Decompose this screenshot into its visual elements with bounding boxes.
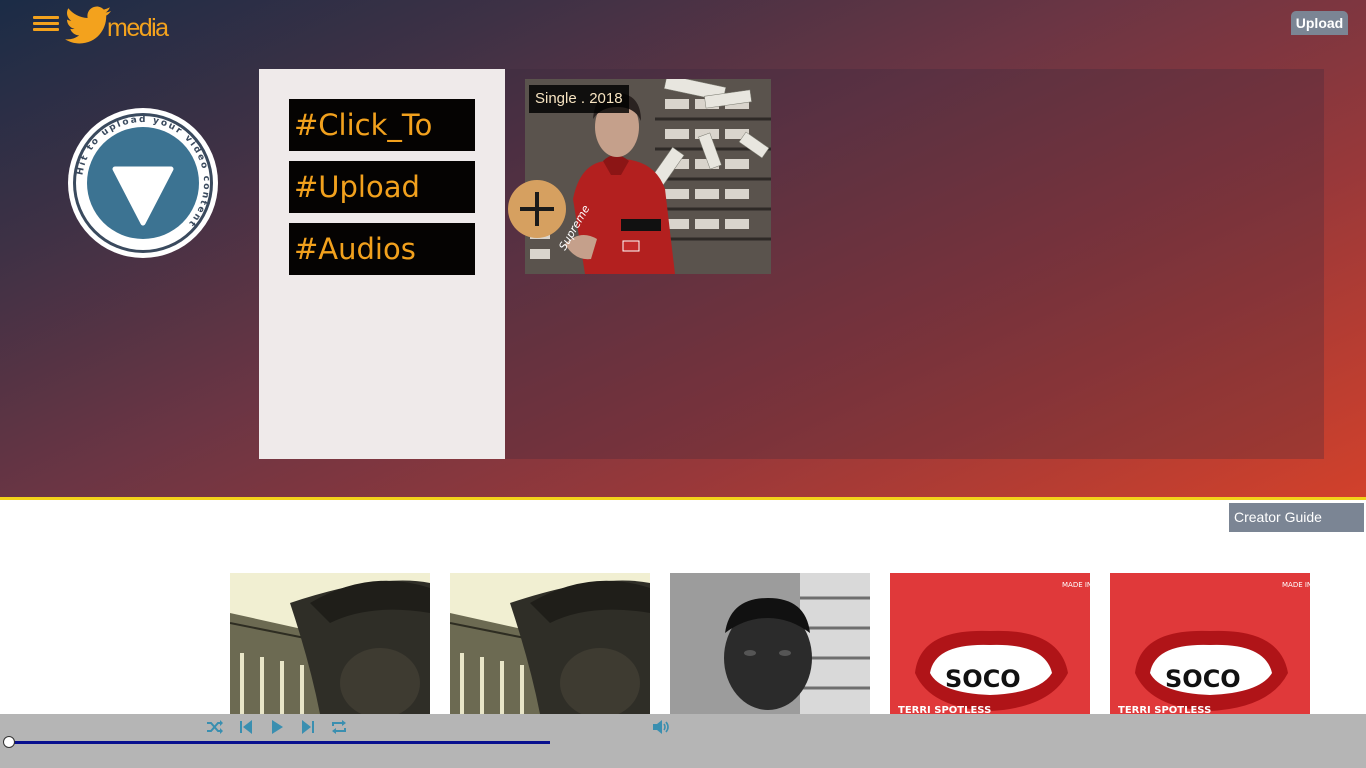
soco-artist: TERRI SPOTLESS [898,705,991,714]
upload-video-badge[interactable]: Hit to upload your video content [67,107,219,259]
soco-badge: MADE IN LAGOS [1282,581,1310,589]
creator-guide-button[interactable]: Creator Guide [1229,503,1364,532]
soco-artist: TERRI SPOTLESS [1118,705,1211,714]
soco-title: SOCO [1165,665,1241,693]
hashtag-upload[interactable]: #Upload [289,161,475,213]
video-thumbnail-1[interactable] [230,573,430,714]
video-thumbnail-4[interactable]: SOCO TERRI SPOTLESS MADE IN LAGOS [890,573,1090,714]
bird-logo-icon[interactable] [63,5,113,47]
shuffle-icon[interactable] [205,717,225,737]
featured-panel: Supreme Single . 2018 [505,69,1324,459]
video-thumbnail-2[interactable] [450,573,650,714]
hamburger-menu-icon[interactable] [33,16,59,32]
progress-track[interactable] [9,741,550,744]
add-plus-icon[interactable] [507,179,567,239]
video-thumbnail-5[interactable]: SOCO TERRI SPOTLESS MADE IN LAGOS [1110,573,1310,714]
hashtag-panel: #Click_To #Upload #Audios [259,69,505,459]
hashtag-click-to[interactable]: #Click_To [289,99,475,151]
progress-slider-handle[interactable] [3,736,15,748]
featured-album-art[interactable]: Supreme Single . 2018 [525,79,771,274]
video-thumbnail-3[interactable] [670,573,870,714]
soco-badge: MADE IN LAGOS [1062,581,1090,589]
album-release-label: Single . 2018 [529,85,629,113]
volume-icon[interactable] [651,717,671,737]
soco-title: SOCO [945,665,1021,693]
upload-button[interactable]: Upload [1291,11,1348,35]
hashtag-audios[interactable]: #Audios [289,223,475,275]
repeat-icon[interactable] [329,717,349,737]
play-icon[interactable] [267,717,287,737]
next-icon[interactable] [298,717,318,737]
audio-player-bar [0,714,1366,768]
logo-text[interactable]: media [107,14,169,43]
hero-banner: media Upload Hit to upload your video co… [0,0,1366,500]
previous-icon[interactable] [236,717,256,737]
